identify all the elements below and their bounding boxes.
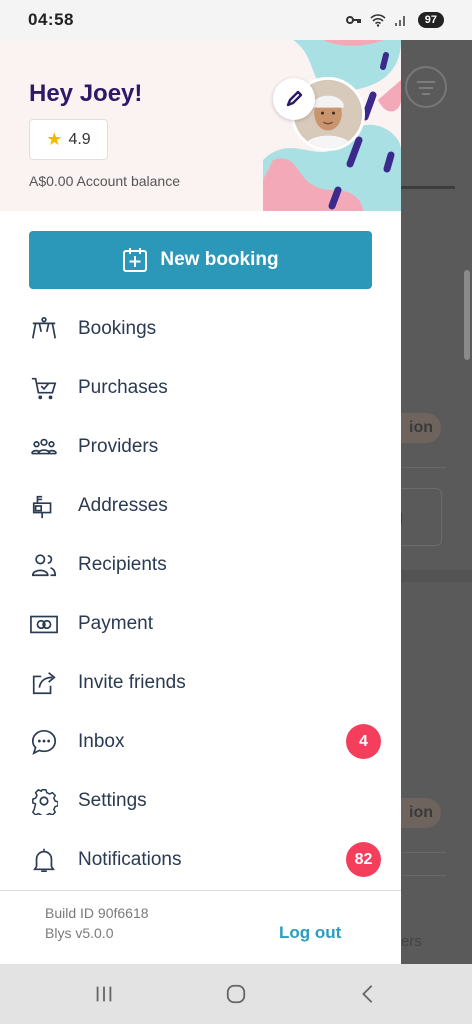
background-text: ers [401,933,422,950]
menu-item-addresses[interactable]: Addresses [0,476,401,535]
star-icon: ★ [46,129,63,149]
system-navigation-bar [0,964,472,1024]
pencil-icon [286,90,303,107]
status-bar: 04:58 97 [0,0,472,40]
menu-item-label: Settings [78,789,147,811]
background-app[interactable]: ion g ion ers [401,40,472,964]
bell-icon [29,845,59,875]
edit-profile-button[interactable] [273,78,315,120]
menu-item-invite-friends[interactable]: Invite friends [0,653,401,712]
section-separator [401,570,472,582]
battery-indicator: 97 [417,12,444,28]
massage-table-icon [29,314,59,344]
menu-item-label: Notifications [78,848,182,870]
menu-item-settings[interactable]: Settings [0,771,401,830]
menu-item-purchases[interactable]: Purchases [0,358,401,417]
notifications-count-badge: 82 [346,842,381,877]
build-id: Build ID 90f6618 [45,905,149,921]
home-icon[interactable] [224,982,248,1006]
drawer-menu: Bookings Purchases Providers Addresses R… [0,299,401,889]
status-pill: ion [401,798,441,828]
menu-item-providers[interactable]: Providers [0,417,401,476]
back-icon[interactable] [356,982,380,1006]
status-time: 04:58 [28,10,74,29]
calendar-plus-icon [123,248,148,272]
drawer-footer: Build ID 90f6618 Blys v5.0.0 Log out [0,890,401,964]
menu-item-label: Providers [78,435,159,457]
divider [401,852,446,853]
rating-value: 4.9 [68,130,91,148]
account-balance: A$0.00 Account balance [29,173,181,189]
cash-icon [29,609,59,639]
logout-link[interactable]: Log out [279,923,341,943]
menu-item-label: Bookings [78,317,157,339]
rating-box: ★ 4.9 [29,119,108,160]
background-card: g [401,488,442,546]
scroll-thumb [464,270,470,360]
menu-item-label: Payment [78,612,153,634]
chat-icon [29,727,59,757]
gear-icon [29,786,59,816]
new-booking-label: New booking [160,249,279,270]
new-booking-button[interactable]: New booking [29,231,372,289]
share-icon [29,668,59,698]
greeting-title: Hey Joey! [29,80,143,107]
menu-item-label: Addresses [78,494,168,516]
menu-item-payment[interactable]: Payment [0,594,401,653]
navigation-drawer: Hey Joey! ★ 4.9 A$0.00 Account balance N… [0,40,401,964]
menu-item-label: Invite friends [78,671,186,693]
vpn-key-icon [345,16,361,24]
menu-item-label: Recipients [78,553,167,575]
cart-icon [29,373,59,403]
menu-item-recipients[interactable]: Recipients [0,535,401,594]
group-icon [29,432,59,462]
drawer-header: Hey Joey! ★ 4.9 A$0.00 Account balance [0,40,401,211]
wifi-icon [370,14,386,27]
mailbox-icon [29,491,59,521]
signal-icon [394,16,405,26]
status-pill: ion [401,413,441,443]
menu-item-notifications[interactable]: Notifications 82 [0,830,401,889]
divider [401,875,446,876]
recent-apps-icon[interactable] [92,982,116,1006]
people-icon [29,550,59,580]
menu-item-label: Inbox [78,730,125,752]
filter-button [405,66,447,108]
app-version: Blys v5.0.0 [45,925,114,941]
tab-underline [401,186,455,189]
divider [401,467,446,468]
inbox-count-badge: 4 [346,724,381,759]
status-icons: 97 [345,12,444,28]
menu-item-bookings[interactable]: Bookings [0,299,401,358]
menu-item-label: Purchases [78,376,168,398]
menu-item-inbox[interactable]: Inbox 4 [0,712,401,771]
